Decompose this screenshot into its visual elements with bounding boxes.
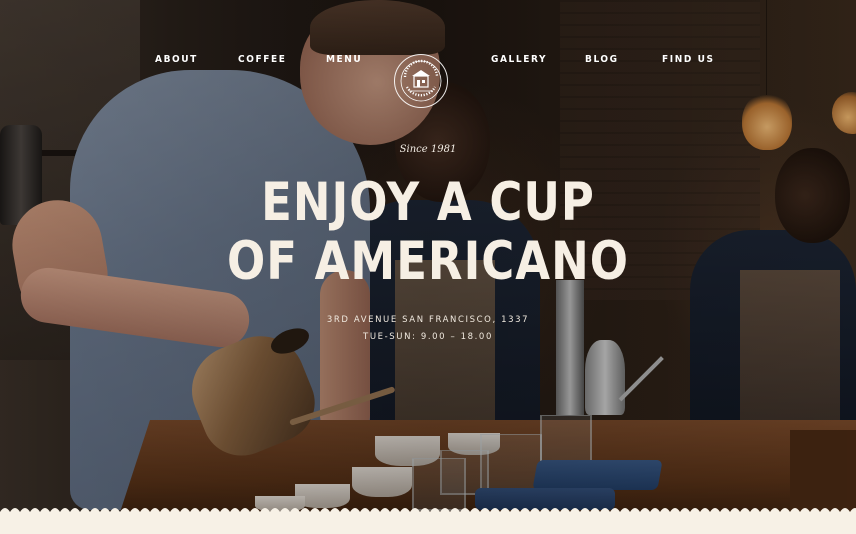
page-bottom-section — [0, 512, 856, 534]
hero-headline-line1: ENJOY A CUP — [261, 171, 595, 233]
hero-hours: TUE-SUN: 9.00 – 18.00 — [363, 332, 493, 342]
nav-link-about[interactable]: ABOUT — [155, 54, 198, 65]
logo-link[interactable] — [394, 54, 448, 108]
nav-link-gallery[interactable]: GALLERY — [491, 54, 547, 65]
nav-link-blog[interactable]: BLOG — [585, 54, 619, 65]
hero-since-text: Since 1981 — [399, 144, 457, 155]
coffee-shop-logo-icon — [400, 59, 442, 102]
nav-link-menu[interactable]: MENU — [326, 54, 362, 65]
hero-headline-line2: OF AMERICANO — [226, 230, 629, 292]
hero-address: 3RD AVENUE SAN FRANCISCO, 1337 — [326, 315, 530, 325]
nav-link-find-us[interactable]: FIND US — [662, 54, 715, 65]
nav-link-coffee[interactable]: COFFEE — [238, 54, 286, 65]
main-navigation: ABOUT COFFEE MENU GALLERY BLOG FIND US — [0, 0, 856, 120]
